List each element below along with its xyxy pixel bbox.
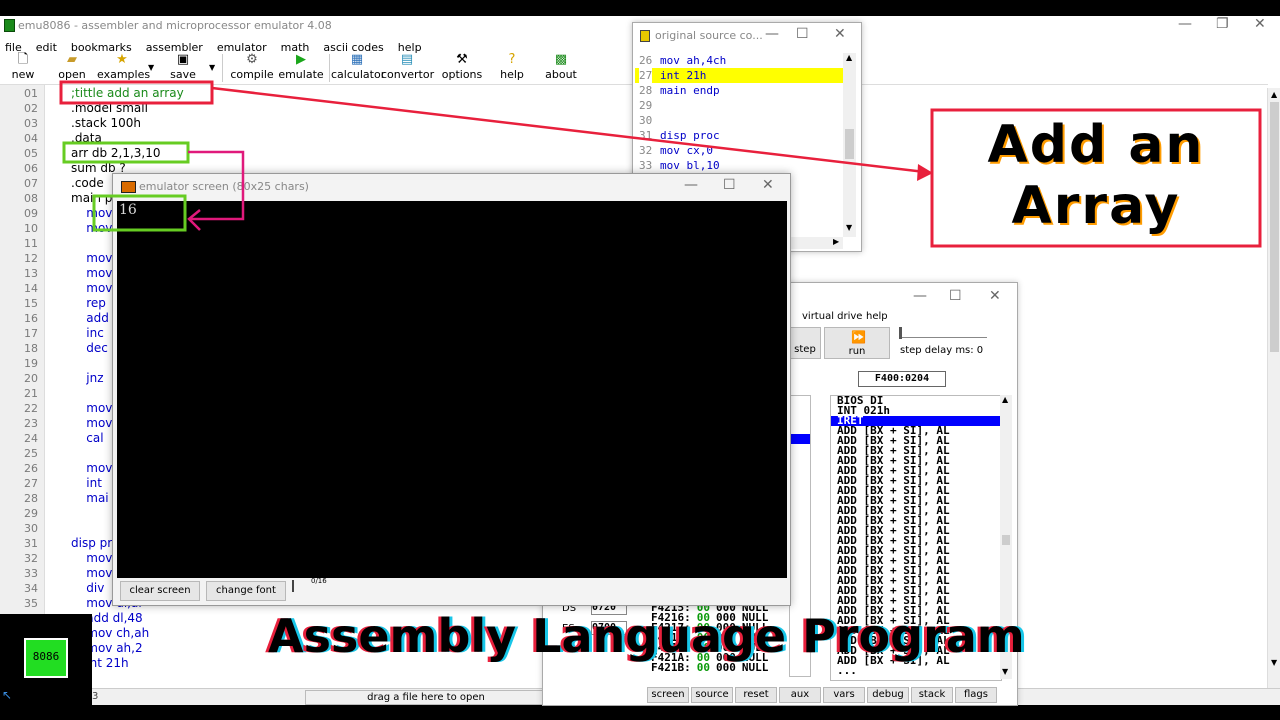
red-arrow-line	[211, 86, 926, 174]
title-comment-highlight-box	[59, 80, 214, 105]
pink-arrow-line	[188, 150, 245, 221]
callout-line-2: Array	[1011, 176, 1181, 236]
chip-logo: 8086 ↖	[0, 614, 92, 720]
banner-title: Assembly Language Program	[268, 609, 1025, 663]
cursor-icon: ↖	[2, 688, 13, 702]
chip-logo-text: 8086	[32, 650, 60, 663]
chip-icon: 8086	[24, 638, 68, 678]
callout-line-1: Add an	[987, 115, 1205, 175]
array-highlight-box	[62, 141, 190, 164]
output-highlight-box	[92, 194, 187, 232]
callout-text: Add an Array	[936, 114, 1256, 242]
